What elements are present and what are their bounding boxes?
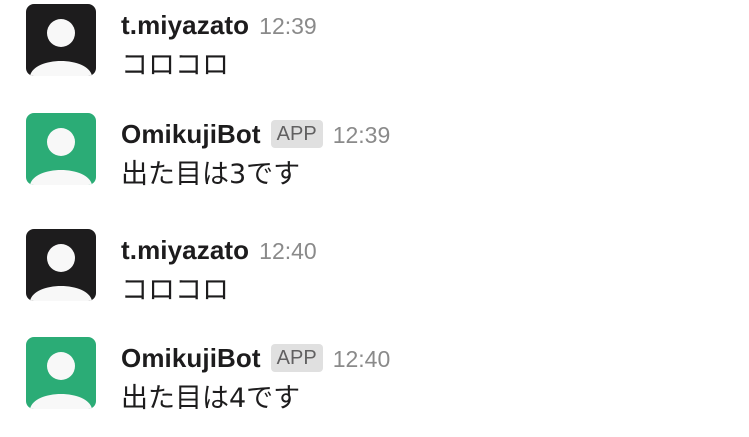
message-list: t.miyazato 12:39 コロコロ OmikujiBot APP 12:… — [0, 0, 749, 437]
timestamp[interactable]: 12:40 — [333, 343, 391, 373]
message-header: OmikujiBot APP 12:39 — [121, 117, 390, 151]
message-header: t.miyazato 12:40 — [121, 233, 317, 267]
timestamp[interactable]: 12:39 — [259, 10, 317, 40]
message-text: コロコロ — [121, 275, 229, 306]
bot-avatar[interactable] — [26, 113, 96, 185]
person-icon — [26, 229, 96, 301]
person-icon — [26, 4, 96, 76]
timestamp[interactable]: 12:40 — [259, 235, 317, 265]
person-icon — [26, 113, 96, 185]
message-header: OmikujiBot APP 12:40 — [121, 341, 390, 375]
message-item: OmikujiBot APP 12:40 出た目は4です — [0, 337, 749, 437]
sender-name[interactable]: OmikujiBot — [121, 343, 261, 374]
message-text: 出た目は3です — [121, 159, 301, 190]
message-text: 出た目は4です — [121, 383, 301, 414]
message-item: OmikujiBot APP 12:39 出た目は3です — [0, 113, 749, 213]
timestamp[interactable]: 12:39 — [333, 119, 391, 149]
bot-avatar[interactable] — [26, 337, 96, 409]
message-item: t.miyazato 12:39 コロコロ — [0, 4, 749, 104]
sender-name[interactable]: OmikujiBot — [121, 119, 261, 150]
user-avatar[interactable] — [26, 4, 96, 76]
person-icon — [26, 337, 96, 409]
message-item: t.miyazato 12:40 コロコロ — [0, 229, 749, 329]
message-text: コロコロ — [121, 50, 229, 81]
app-badge: APP — [270, 120, 323, 148]
user-avatar[interactable] — [26, 229, 96, 301]
sender-name[interactable]: t.miyazato — [121, 235, 249, 266]
sender-name[interactable]: t.miyazato — [121, 10, 249, 41]
message-header: t.miyazato 12:39 — [121, 8, 317, 42]
app-badge: APP — [270, 344, 323, 372]
